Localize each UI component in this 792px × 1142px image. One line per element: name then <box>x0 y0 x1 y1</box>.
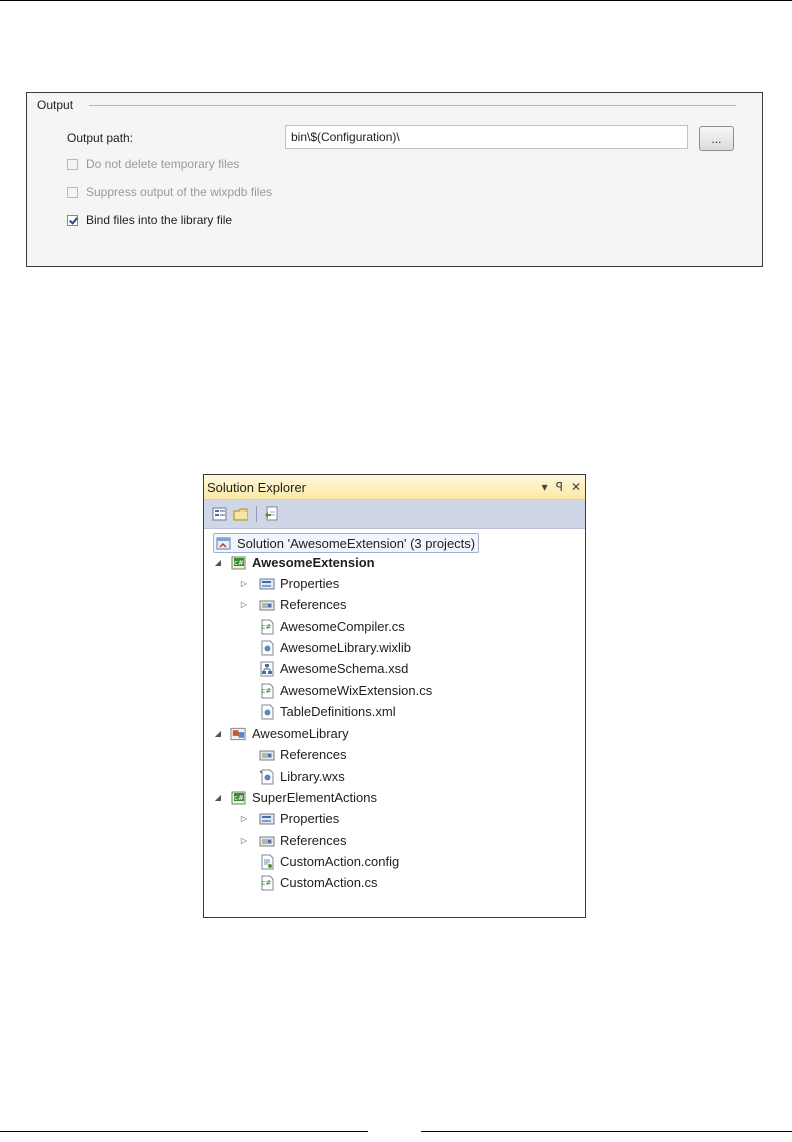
tree-item-label: Library.wxs <box>280 769 345 784</box>
collapse-arrow-icon[interactable]: ◢ <box>212 558 224 567</box>
csharp-file-icon: c# <box>258 875 275 891</box>
wxs-file-icon <box>258 769 275 785</box>
do-not-delete-temp-files-label: Do not delete temporary files <box>86 157 240 171</box>
window-dropdown-icon[interactable]: ▾ <box>542 480 548 494</box>
tree-item-label: References <box>280 597 347 612</box>
tree-item-references[interactable]: ▷ References <box>238 594 347 615</box>
tree-item-label: Properties <box>280 811 340 826</box>
expand-arrow-icon[interactable]: ▷ <box>238 579 250 588</box>
solution-explorer-toolbar <box>204 500 585 529</box>
suppress-wixpdb-checkbox[interactable] <box>67 186 78 198</box>
bind-files-checkbox[interactable] <box>67 214 78 226</box>
xsd-file-icon <box>258 661 275 677</box>
properties-folder-icon <box>258 576 275 592</box>
refresh-icon[interactable] <box>263 505 281 523</box>
bind-files-label: Bind files into the library file <box>86 213 233 227</box>
references-folder-icon <box>258 833 275 849</box>
output-path-label: Output path: <box>67 131 134 145</box>
xml-file-icon <box>258 704 275 720</box>
tree-item-label: SuperElementActions <box>252 790 378 805</box>
tree-item-label: Properties <box>280 576 340 591</box>
tree-item-properties[interactable]: ▷ Properties <box>238 808 339 829</box>
tree-item-label: AwesomeWixExtension.cs <box>280 683 433 698</box>
page-bottom-rule-right <box>421 1131 792 1132</box>
tree-item-label: References <box>280 747 347 762</box>
svg-text:c#: c# <box>261 623 271 631</box>
solution-icon <box>215 535 232 551</box>
svg-text:c#: c# <box>234 794 244 802</box>
close-icon[interactable]: ✕ <box>571 480 581 494</box>
output-settings-panel: Output Output path: ... Do not delete te… <box>26 92 763 267</box>
bind-files-option[interactable]: Bind files into the library file <box>67 213 232 227</box>
tree-item-properties[interactable]: ▷ Properties <box>238 573 339 594</box>
expand-arrow-icon[interactable]: ▷ <box>238 600 250 609</box>
tree-item-label: Solution 'AwesomeExtension' (3 projects) <box>237 535 476 551</box>
do-not-delete-temp-files-checkbox[interactable] <box>67 158 78 170</box>
tree-item-label: AwesomeExtension <box>252 555 375 570</box>
toolbar-separator <box>256 506 257 522</box>
references-folder-icon <box>258 747 275 763</box>
output-path-input[interactable] <box>285 125 688 149</box>
tree-item-label: References <box>280 833 347 848</box>
tree-item-solution[interactable]: Solution 'AwesomeExtension' (3 projects) <box>213 533 480 553</box>
solution-explorer-title: Solution Explorer <box>207 479 306 495</box>
expand-arrow-icon[interactable]: ▷ <box>238 814 250 823</box>
csharp-file-icon: c# <box>258 619 275 635</box>
wix-file-icon <box>258 640 275 656</box>
show-all-files-icon[interactable] <box>232 505 250 523</box>
page-bottom-rule-left <box>0 1131 368 1132</box>
tree-item-references[interactable]: References <box>258 744 346 765</box>
do-not-delete-temp-files-option[interactable]: Do not delete temporary files <box>67 157 239 171</box>
csharp-project-icon: c# <box>230 555 247 571</box>
output-group-legend: Output <box>37 98 80 112</box>
tree-item-awesomeschema-xsd[interactable]: AwesomeSchema.xsd <box>258 658 408 679</box>
tree-item-awesomecompiler-cs[interactable]: c# AwesomeCompiler.cs <box>258 616 405 637</box>
csharp-project-icon: c# <box>230 790 247 806</box>
tree-item-label: CustomAction.cs <box>280 875 378 890</box>
tree-item-label: AwesomeLibrary <box>252 726 349 741</box>
tree-item-tabledefinitions-xml[interactable]: TableDefinitions.xml <box>258 701 396 722</box>
window-buttons: ▾ ꟼ ✕ <box>542 480 581 494</box>
config-file-icon <box>258 854 275 870</box>
svg-text:c#: c# <box>261 687 271 695</box>
tree-item-label: TableDefinitions.xml <box>280 704 396 719</box>
page-top-rule <box>0 0 792 1</box>
collapse-arrow-icon[interactable]: ◢ <box>212 793 224 802</box>
tree-item-customaction-cs[interactable]: c# CustomAction.cs <box>258 872 378 893</box>
tree-item-references[interactable]: ▷ References <box>238 830 347 851</box>
group-divider <box>89 105 736 106</box>
pin-icon[interactable]: ꟼ <box>556 480 563 494</box>
csharp-file-icon: c# <box>258 683 275 699</box>
expand-arrow-icon[interactable]: ▷ <box>238 836 250 845</box>
collapse-arrow-icon[interactable]: ◢ <box>212 729 224 738</box>
solution-explorer-window: Solution Explorer ▾ ꟼ ✕ Solution 'Awesom… <box>203 474 586 918</box>
tree-item-label: AwesomeSchema.xsd <box>280 661 409 676</box>
suppress-wixpdb-option[interactable]: Suppress output of the wixpdb files <box>67 185 272 199</box>
properties-icon[interactable] <box>211 505 229 523</box>
wix-project-icon <box>230 726 247 742</box>
suppress-wixpdb-label: Suppress output of the wixpdb files <box>86 185 273 199</box>
tree-item-label: CustomAction.config <box>280 854 400 869</box>
tree-item-awesomewixextension-cs[interactable]: c# AwesomeWixExtension.cs <box>258 680 432 701</box>
tree-item-project-awesomelibrary[interactable]: ◢ AwesomeLibrary <box>212 723 349 744</box>
tree-item-label: AwesomeCompiler.cs <box>280 619 405 634</box>
tree-item-project-superelementactions[interactable]: ◢ c# SuperElementActions <box>212 787 377 808</box>
tree-item-awesomelibrary-wixlib[interactable]: AwesomeLibrary.wixlib <box>258 637 411 658</box>
tree-item-library-wxs[interactable]: Library.wxs <box>258 766 345 787</box>
tree-item-project-awesomeextension[interactable]: ◢ c# AwesomeExtension <box>212 552 375 573</box>
solution-explorer-titlebar: Solution Explorer ▾ ꟼ ✕ <box>204 475 585 500</box>
svg-text:c#: c# <box>261 879 271 887</box>
properties-folder-icon <box>258 811 275 827</box>
tree-item-label: AwesomeLibrary.wixlib <box>280 640 412 655</box>
references-folder-icon <box>258 597 275 613</box>
tree-item-customaction-config[interactable]: CustomAction.config <box>258 851 399 872</box>
browse-button[interactable]: ... <box>699 126 734 151</box>
svg-text:c#: c# <box>234 559 244 567</box>
